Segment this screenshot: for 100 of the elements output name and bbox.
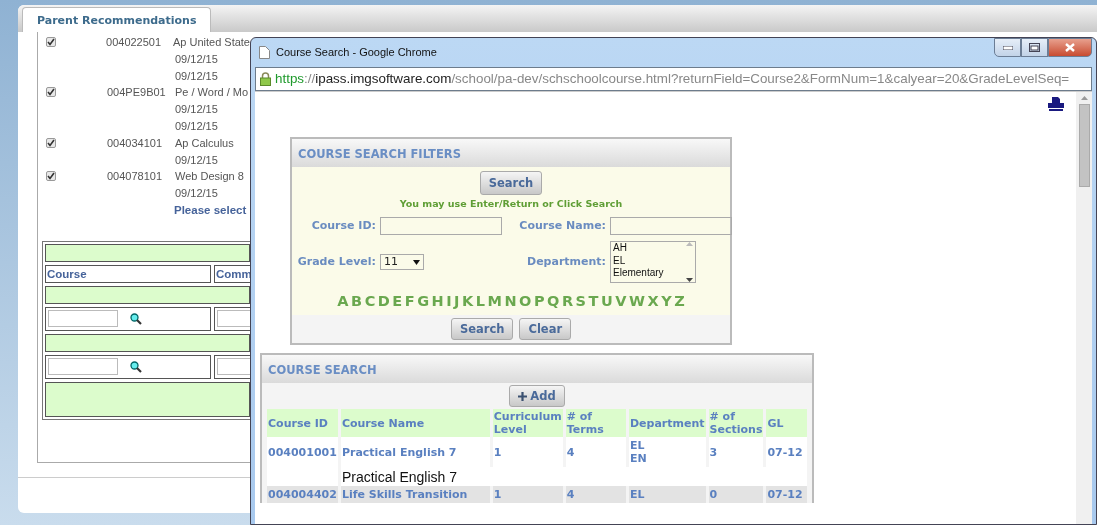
- column-header: Course: [45, 264, 211, 283]
- minimize-icon: [1002, 45, 1013, 50]
- panel-header: COURSE SEARCH: [262, 355, 812, 383]
- course-link[interactable]: Practical English 7: [340, 437, 490, 467]
- course-id: 004034101: [107, 136, 163, 149]
- letter-link[interactable]: J: [454, 291, 460, 313]
- list-option[interactable]: AH: [613, 242, 683, 255]
- table-cell: EL EN: [628, 437, 706, 467]
- letter-link[interactable]: W: [628, 291, 645, 313]
- search-icon[interactable]: [130, 312, 142, 325]
- checkbox[interactable]: [46, 37, 56, 47]
- letter-link[interactable]: Z: [674, 291, 685, 313]
- list-option[interactable]: EL: [613, 254, 683, 268]
- letter-link[interactable]: V: [615, 291, 627, 313]
- column-header: Curriculum Level: [492, 409, 563, 437]
- letter-link[interactable]: M: [487, 291, 502, 313]
- date-text: 09/12/15: [175, 120, 218, 132]
- column-header: # of Sections: [708, 409, 764, 437]
- add-button[interactable]: Add: [509, 385, 565, 407]
- checkbox[interactable]: [46, 137, 56, 148]
- close-button[interactable]: [1048, 38, 1092, 57]
- hint-text: You may use Enter/Return or Click Search: [398, 197, 624, 211]
- lock-icon: [260, 72, 271, 86]
- letter-link[interactable]: L: [475, 291, 485, 313]
- letter-link[interactable]: K: [462, 291, 474, 313]
- maximize-icon: [1029, 43, 1040, 52]
- letter-link[interactable]: P: [533, 291, 545, 313]
- table-cell: 4: [565, 486, 626, 503]
- window-title: Course Search - Google Chrome: [276, 45, 437, 61]
- scroll-thumb[interactable]: [1078, 104, 1090, 187]
- column-header: # of Terms: [565, 409, 626, 437]
- course-input-field[interactable]: [48, 358, 118, 376]
- letter-link[interactable]: Q: [547, 291, 560, 313]
- plus-icon: [518, 392, 528, 401]
- table-cell: 4: [565, 437, 626, 467]
- panel-header: COURSE SEARCH FILTERS: [292, 139, 730, 167]
- letter-link[interactable]: T: [588, 291, 599, 313]
- letter-link[interactable]: H: [431, 291, 444, 313]
- column-header: Course ID: [267, 409, 338, 437]
- letter-link[interactable]: E: [392, 291, 403, 313]
- list-option[interactable]: Elementary: [613, 267, 683, 280]
- date-text: 09/12/15: [175, 52, 218, 65]
- course-name: Web Design 8: [175, 170, 244, 183]
- table-cell: 3: [708, 437, 764, 467]
- course-link[interactable]: Life Skills Transition: [340, 486, 490, 503]
- letter-link[interactable]: N: [504, 291, 517, 313]
- maximize-button[interactable]: [1021, 38, 1048, 57]
- search-icon[interactable]: [130, 360, 142, 373]
- letter-link[interactable]: O: [519, 291, 532, 313]
- course-id: 004022501: [106, 36, 162, 48]
- course-id: 004078101: [107, 170, 163, 183]
- scroll-up-icon: [685, 242, 693, 247]
- field-label: Course ID:: [310, 218, 376, 234]
- prompt-text: Please select: [174, 202, 248, 218]
- search-button[interactable]: Search: [450, 318, 514, 340]
- scroll-down-icon: [685, 278, 693, 283]
- table-cell: 1: [492, 437, 563, 467]
- department-list[interactable]: AH EL Elementary: [610, 241, 696, 284]
- letter-link[interactable]: Y: [661, 291, 672, 313]
- letter-link[interactable]: A: [337, 291, 349, 313]
- table-cell: 0: [708, 486, 764, 503]
- close-icon: [1065, 43, 1075, 52]
- scroll-up-icon: [1080, 96, 1088, 100]
- clear-button[interactable]: Clear: [519, 318, 572, 340]
- column-header: Department: [628, 409, 706, 437]
- letter-link[interactable]: X: [647, 291, 659, 313]
- search-button[interactable]: Search: [479, 171, 543, 195]
- grade-level-select[interactable]: 11: [380, 254, 424, 271]
- course-id-field[interactable]: [380, 217, 502, 236]
- date-text: 09/12/15: [175, 103, 218, 116]
- date-text: 09/12/15: [175, 69, 218, 82]
- page-icon: [259, 46, 270, 59]
- checkbox[interactable]: [46, 171, 56, 182]
- column-header: GL: [766, 409, 807, 437]
- letter-link[interactable]: U: [600, 291, 613, 313]
- table-cell: 07-12: [766, 486, 807, 503]
- field-label: Grade Level:: [296, 254, 376, 270]
- course-link[interactable]: 004004402: [267, 486, 338, 503]
- course-description: Practical English 7: [340, 467, 807, 486]
- course-input-field[interactable]: [48, 310, 118, 328]
- checkbox[interactable]: [46, 87, 56, 98]
- page-tab[interactable]: Parent Recommendations: [22, 7, 212, 32]
- course-link[interactable]: 004001001: [267, 437, 338, 467]
- course-name-field[interactable]: [610, 217, 732, 236]
- course-name: Pe / Word / Mo: [175, 86, 249, 99]
- letter-link[interactable]: F: [404, 291, 415, 313]
- letter-link[interactable]: R: [561, 291, 574, 313]
- letter-link[interactable]: G: [417, 291, 430, 313]
- printer-icon[interactable]: [1048, 97, 1064, 111]
- letter-link[interactable]: I: [446, 291, 452, 313]
- table-cell: 07-12: [766, 437, 807, 467]
- letter-link[interactable]: D: [377, 291, 390, 313]
- column-header: Course Name: [340, 409, 490, 437]
- date-text: 09/12/15: [175, 187, 218, 200]
- letter-link[interactable]: B: [351, 291, 363, 313]
- letter-link[interactable]: S: [575, 291, 586, 313]
- scrollbar[interactable]: [1076, 92, 1092, 524]
- minimize-button[interactable]: [994, 38, 1021, 57]
- course-id: 004PE9B01: [107, 86, 166, 99]
- letter-link[interactable]: C: [364, 291, 376, 313]
